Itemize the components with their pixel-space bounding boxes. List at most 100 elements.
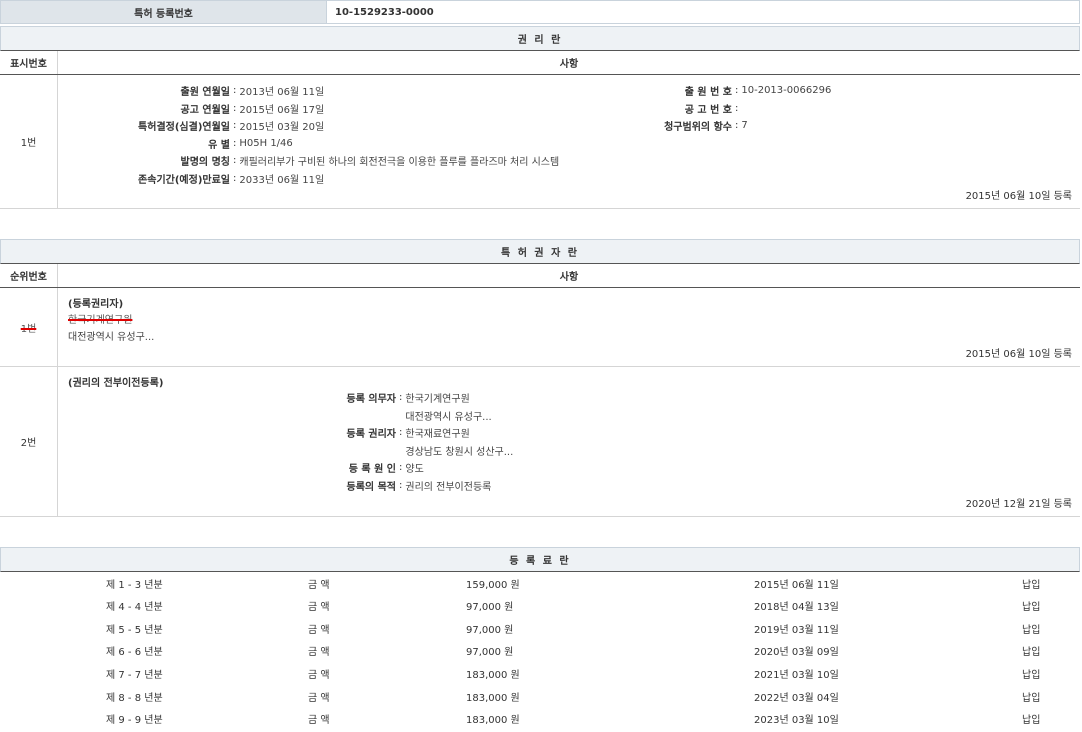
rights-row-body: 출원 연월일:2013년 06월 11일 공고 연월일:2015년 06월 17… <box>58 75 1080 208</box>
field-value: 캐필러리부가 구비된 하나의 회전전극을 이용한 플루를 플라즈마 처리 시스템 <box>239 153 559 168</box>
holders-column-header: 순위번호 사항 <box>0 264 1080 288</box>
fee-amount-label: 금 액 <box>308 621 330 636</box>
rights-section-title: 권 리 란 <box>0 26 1080 51</box>
holders-section-title: 특 허 권 자 란 <box>0 239 1080 264</box>
field-value: 대전광역시 유성구... <box>405 408 491 423</box>
field-value: 2013년 06월 11일 <box>239 83 324 98</box>
fee-amount: 183,000 원 <box>466 689 520 704</box>
fee-status: 납입 <box>1022 598 1040 613</box>
field-key: 공 고 번 호 <box>618 101 732 116</box>
registration-number-bar: 특허 등록번호 10-1529233-0000 <box>0 0 1080 24</box>
rights-column-header: 표시번호 사항 <box>0 51 1080 75</box>
fee-amount-label: 금 액 <box>308 689 330 704</box>
rights-field: 출원 연월일:2013년 06월 11일 <box>58 83 324 97</box>
fee-amount: 183,000 원 <box>466 666 520 681</box>
fee-row: 제 1 - 3 년분금 액159,000 원2015년 06월 11일납입 <box>0 572 1080 594</box>
rights-field: 특허결정(심결)연월일:2015년 03월 20일 <box>58 118 324 132</box>
field-key: 공고 연월일 <box>58 101 230 116</box>
rights-field: 공고 연월일:2015년 06월 17일 <box>58 101 324 115</box>
field-value: 한국재료연구원 <box>405 425 469 440</box>
field-value: 권리의 전부이전등록 <box>405 478 491 493</box>
fee-amount-label: 금 액 <box>308 576 330 591</box>
fee-status: 납입 <box>1022 621 1040 636</box>
holder-registration-date: 2015년 06월 10일 등록 <box>966 345 1072 360</box>
rights-field: 존속기간(예정)만료일:2033년 06월 11일 <box>58 171 324 185</box>
rights-field: 청구범위의 항수:7 <box>618 118 748 132</box>
fee-amount-label: 금 액 <box>308 643 330 658</box>
field-key: 등록 의무자 <box>58 390 396 405</box>
fee-period: 제 5 - 5 년분 <box>106 621 163 636</box>
transfer-field: 등록 의무자:한국기계연구원 <box>58 390 470 404</box>
field-value: 양도 <box>405 460 423 475</box>
fee-row: 제 6 - 6 년분 금 액 97,000 원 2020년 03월 09일 납입 <box>0 640 1080 662</box>
holder-type: (등록권리자) <box>68 295 123 309</box>
field-value: 10-2013-0066296 <box>741 85 831 96</box>
field-value: 경상남도 창원시 성산구... <box>405 443 513 458</box>
fee-paid-date: 2018년 04월 13일 <box>754 598 839 613</box>
field-key: 존속기간(예정)만료일 <box>58 171 230 186</box>
fee-amount: 183,000 원 <box>466 711 520 726</box>
fee-amount-label: 금 액 <box>308 666 330 681</box>
holders-row-num-text: 1번 <box>21 320 37 335</box>
fee-paid-date: 2022년 03월 04일 <box>754 689 839 704</box>
fee-amount: 159,000 원 <box>466 576 520 591</box>
rights-field: 발명의 명칭:캐필러리부가 구비된 하나의 회전전극을 이용한 플루를 플라즈마… <box>58 153 559 167</box>
fee-period: 제 1 - 3 년분 <box>106 576 163 591</box>
holders-col-num: 순위번호 <box>0 264 58 287</box>
fee-paid-date: 2023년 03월 10일 <box>754 711 839 726</box>
holder-address: 대전광역시 유성구... <box>68 328 154 342</box>
field-key: 등 록 원 인 <box>58 460 396 475</box>
field-key: 청구범위의 항수 <box>618 118 732 133</box>
fee-amount: 97,000 원 <box>466 598 513 613</box>
field-key: 등록의 목적 <box>58 478 396 493</box>
holders-row-body: (등록권리자) 한국기계연구원 대전광역시 유성구... 2015년 06월 1… <box>58 288 1080 366</box>
fee-status: 납입 <box>1022 666 1040 681</box>
field-key: 특허결정(심결)연월일 <box>58 118 230 133</box>
fee-status: 납입 <box>1022 711 1040 726</box>
rights-field: 공 고 번 호: <box>618 101 741 115</box>
fee-amount: 97,000 원 <box>466 643 513 658</box>
holder-name-text: 한국기계연구원 <box>68 311 132 326</box>
fee-paid-date: 2021년 03월 10일 <box>754 666 839 681</box>
holders-row-num: 2번 <box>0 367 58 516</box>
field-key: 발명의 명칭 <box>58 153 230 168</box>
fee-period: 제 6 - 6 년분 <box>106 643 163 658</box>
transfer-type: (권리의 전부이전등록) <box>68 374 163 388</box>
fee-amount-label: 금 액 <box>308 711 330 726</box>
field-value: 2033년 06월 11일 <box>239 171 324 186</box>
field-key: 등록 권리자 <box>58 425 396 440</box>
fee-paid-date: 2019년 03월 11일 <box>754 621 839 636</box>
transfer-field: 등록의 목적:권리의 전부이전등록 <box>58 478 491 492</box>
transfer-field: :대전광역시 유성구... <box>58 408 492 422</box>
fee-row: 제 7 - 7 년분금 액183,000 원2021년 03월 10일납입 <box>0 662 1080 684</box>
transfer-field: :경상남도 창원시 성산구... <box>58 443 513 457</box>
fee-period: 제 4 - 4 년분 <box>106 598 163 613</box>
rights-col-item: 사항 <box>58 51 1080 74</box>
fees-section-title: 등 록 료 란 <box>0 547 1080 572</box>
registration-number-value: 10-1529233-0000 <box>327 1 1079 23</box>
holders-col-item: 사항 <box>58 264 1080 287</box>
holder-name: 한국기계연구원 <box>68 311 132 325</box>
field-value: 2015년 03월 20일 <box>239 118 324 133</box>
field-key: 유 별 <box>58 136 230 151</box>
holders-row-2: 2번 (권리의 전부이전등록) 등록 의무자:한국기계연구원 :대전광역시 유성… <box>0 367 1080 517</box>
field-value: 7 <box>741 120 747 131</box>
fee-status: 납입 <box>1022 643 1040 658</box>
fee-period: 제 9 - 9 년분 <box>106 711 163 726</box>
fee-paid-date: 2020년 03월 09일 <box>754 643 839 658</box>
field-value: 한국기계연구원 <box>405 390 469 405</box>
transfer-registration-date: 2020년 12월 21일 등록 <box>966 495 1072 510</box>
fee-row: 제 4 - 4 년분 금 액 97,000 원 2018년 04월 13일 납입 <box>0 595 1080 617</box>
transfer-field: 등록 권리자:한국재료연구원 <box>58 425 470 439</box>
fee-amount-label: 금 액 <box>308 598 330 613</box>
fee-row: 제 9 - 9 년분 금 액 183,000 원 2023년 03월 10일 납입 <box>0 708 1080 730</box>
transfer-field: 등 록 원 인:양도 <box>58 460 424 474</box>
rights-field: 유 별:H05H 1/46 <box>58 136 293 150</box>
fee-paid-date: 2015년 06월 11일 <box>754 576 839 591</box>
rights-row: 1번 출원 연월일:2013년 06월 11일 공고 연월일:2015년 06월… <box>0 75 1080 209</box>
rights-registration-date: 2015년 06월 10일 등록 <box>966 187 1072 202</box>
registration-number-label: 특허 등록번호 <box>1 1 327 23</box>
fee-period: 제 8 - 8 년분 <box>106 689 163 704</box>
holders-row-num: 1번 <box>0 288 58 366</box>
fee-row: 제 8 - 8 년분금 액183,000 원2022년 03월 04일납입 <box>0 685 1080 707</box>
